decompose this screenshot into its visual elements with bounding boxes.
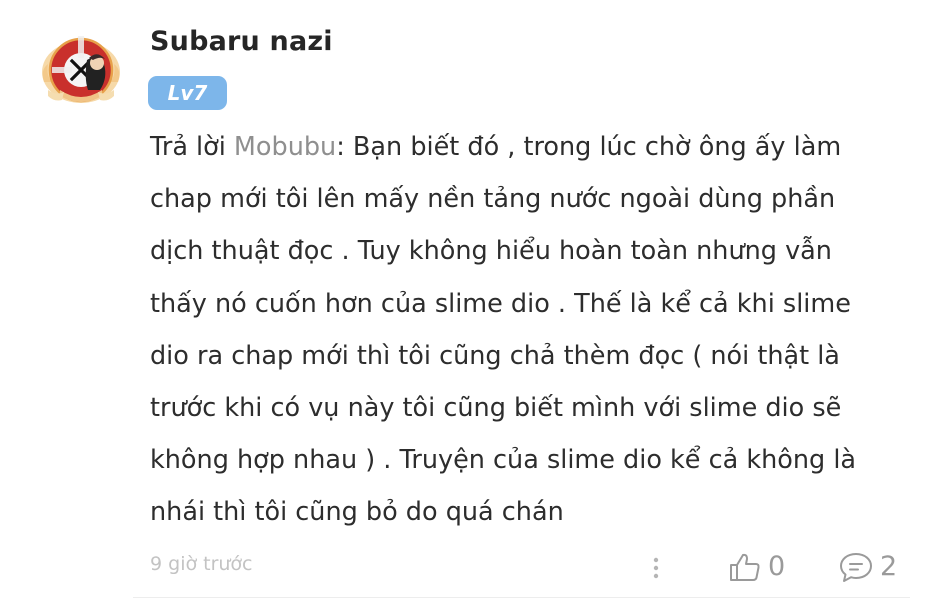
comment-line: không hợp nhau ) . Truyện của slime dio … [150,445,857,476]
comment-line: thấy nó cuốn hơn của slime dio . Thế là … [150,288,851,319]
comment-body: Trả lời Mobubu: Bạn biết đó , trong lúc … [150,121,910,539]
like-button[interactable]: 0 [728,549,785,585]
reply-count: 2 [880,551,898,582]
more-options-button[interactable] [646,552,666,584]
timestamp: 9 giờ trước [150,553,253,575]
like-count: 0 [768,551,786,582]
reply-prefix: Trả lời [150,132,234,162]
comment-footer: 9 giờ trước 0 2 [0,545,947,589]
reply-button[interactable]: 2 [838,549,897,585]
avatar-image [42,36,120,103]
more-vertical-icon [653,557,659,579]
comment-line: dịch thuật đọc . Tuy không hiểu hoàn toà… [150,236,832,267]
comment-text: Bạn biết đó , trong lúc chờ ông ấy làm [344,132,842,162]
comment-bubble-icon [840,553,872,582]
level-badge: Lv7 [148,76,227,110]
comment-line: nhái thì tôi cũng bỏ do quá chán [150,497,564,528]
comment-line: dio ra chap mới thì tôi cũng chả thèm đọ… [150,340,840,371]
divider [133,597,910,598]
comment-line: chap mới tôi lên mấy nền tảng nước ngoài… [150,184,836,215]
comment-line: trước khi có vụ này tôi cũng biết mình v… [150,393,842,424]
avatar[interactable] [38,30,124,106]
thumbs-up-icon [730,553,760,581]
author-name[interactable]: Subaru nazi [150,26,333,57]
reply-mention-link[interactable]: Mobubu [234,132,336,162]
comment-line: Trả lời Mobubu: Bạn biết đó , trong lúc … [150,121,910,173]
reply-separator: : [336,132,345,162]
